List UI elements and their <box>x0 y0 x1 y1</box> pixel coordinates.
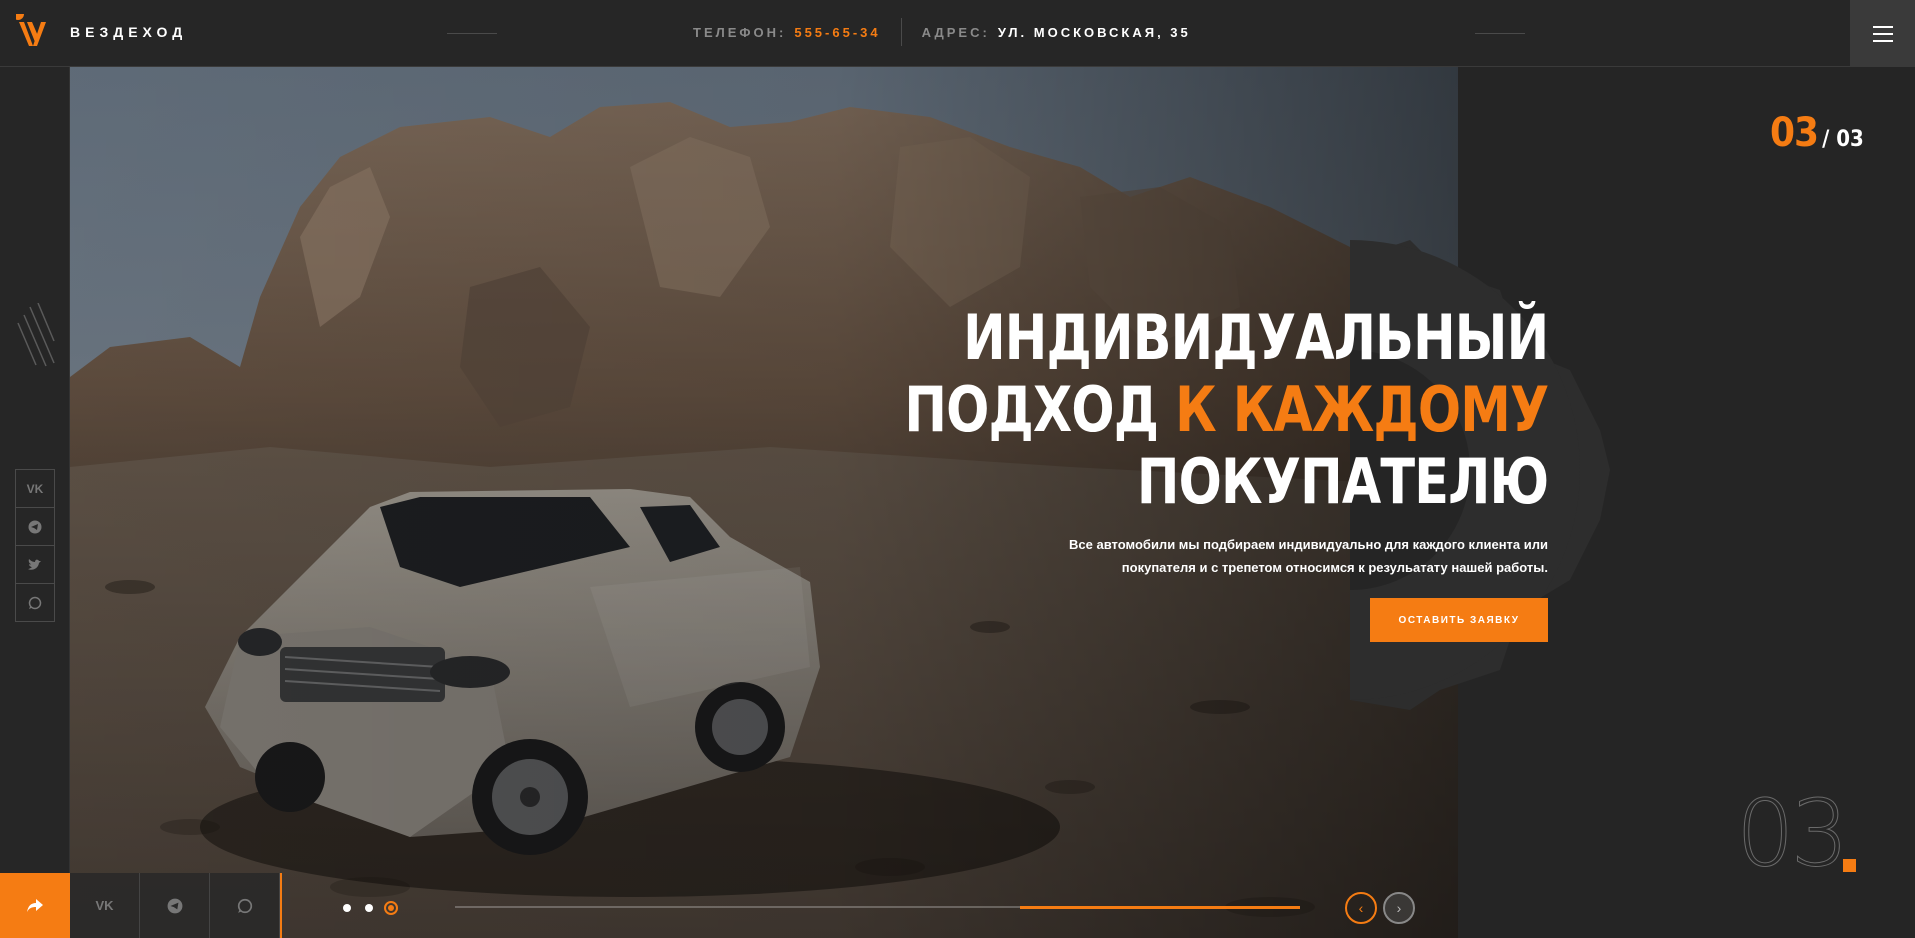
chevron-left-icon: ‹ <box>1358 900 1364 916</box>
total-slides: / 03 <box>1822 127 1864 152</box>
menu-bar <box>1872 25 1893 28</box>
description-line-1: Все автомобили мы подбираем индивидуальн… <box>1069 537 1548 552</box>
whatsapp-link[interactable] <box>210 873 280 938</box>
slashes-decoration-icon <box>17 303 55 367</box>
hamburger-menu-button[interactable] <box>1850 0 1915 67</box>
pagination-dot-2[interactable] <box>365 904 373 912</box>
pagination-dot-3-active[interactable] <box>384 901 398 915</box>
phone-link[interactable]: 555-65-34 <box>794 25 880 40</box>
twitter-icon <box>28 558 41 570</box>
contacts-separator <box>900 18 902 46</box>
logo-icon[interactable] <box>16 14 54 52</box>
slider-progress-fill <box>1020 906 1300 909</box>
whatsapp-icon <box>28 596 42 609</box>
vk-link[interactable]: VK <box>15 469 55 508</box>
pagination-dot-1[interactable] <box>343 904 351 912</box>
header-divider <box>447 33 497 34</box>
hero-headline: ИНДИВИДУАЛЬНЫЙ ПОДХОД К КАЖДОМУ ПОКУПАТЕ… <box>903 301 1549 518</box>
slider-progress-track <box>455 906 1300 909</box>
header-contacts: ТЕЛЕФОН: 555-65-34 АДРЕС: УЛ. МОСКОВСКАЯ… <box>693 18 1191 46</box>
social-links-vertical: VK <box>15 469 55 622</box>
vk-icon: VK <box>26 481 44 496</box>
headline-line-2: ПОДХОД К КАЖДОМУ <box>903 373 1549 446</box>
big-slide-number: 03 <box>1735 780 1849 888</box>
telegram-link[interactable] <box>140 873 210 938</box>
big-number-dot <box>1843 859 1856 872</box>
headline-accent: К КАЖДОМУ <box>1174 373 1549 446</box>
current-slide-number: 03 <box>1770 110 1819 156</box>
page: ВЕЗДЕХОД ТЕЛЕФОН: 555-65-34 АДРЕС: УЛ. М… <box>0 0 1915 938</box>
social-links-horizontal: VK <box>70 873 282 938</box>
hero-description: Все автомобили мы подбираем индивидуальн… <box>1028 533 1548 579</box>
headline-line-2-white: ПОДХОД <box>903 373 1159 446</box>
vk-icon: VK <box>95 898 114 913</box>
twitter-link[interactable] <box>15 545 55 584</box>
brand-name[interactable]: ВЕЗДЕХОД <box>70 24 187 40</box>
site-header: ВЕЗДЕХОД ТЕЛЕФОН: 555-65-34 АДРЕС: УЛ. М… <box>0 0 1915 67</box>
leave-request-button[interactable]: ОСТАВИТЬ ЗАЯВКУ <box>1370 598 1548 642</box>
address-value: УЛ. МОСКОВСКАЯ, 35 <box>997 24 1191 40</box>
next-slide-button[interactable]: › <box>1383 892 1415 924</box>
menu-bar <box>1872 32 1893 35</box>
slider-pagination <box>343 901 398 915</box>
prev-slide-button[interactable]: ‹ <box>1345 892 1377 924</box>
telegram-icon <box>28 520 42 533</box>
header-divider <box>1475 33 1525 34</box>
menu-bar <box>1872 39 1893 42</box>
vk-link[interactable]: VK <box>70 873 140 938</box>
headline-line-1: ИНДИВИДУАЛЬНЫЙ <box>962 301 1549 374</box>
share-button[interactable] <box>0 873 70 938</box>
phone-label: ТЕЛЕФОН: <box>693 24 787 40</box>
share-icon <box>27 898 43 912</box>
whatsapp-icon <box>237 898 252 913</box>
address-label: АДРЕС: <box>921 24 990 40</box>
headline-line-3: ПОКУПАТЕЛЮ <box>1136 445 1548 518</box>
left-rail: VK <box>0 67 70 873</box>
description-line-2: покупателя и с трепетом относимся к резу… <box>1121 560 1548 575</box>
telegram-link[interactable] <box>15 507 55 546</box>
whatsapp-link[interactable] <box>15 583 55 622</box>
telegram-icon <box>167 898 182 913</box>
chevron-right-icon: › <box>1396 900 1402 916</box>
slide-counter: 03 / 03 <box>1770 110 1864 156</box>
